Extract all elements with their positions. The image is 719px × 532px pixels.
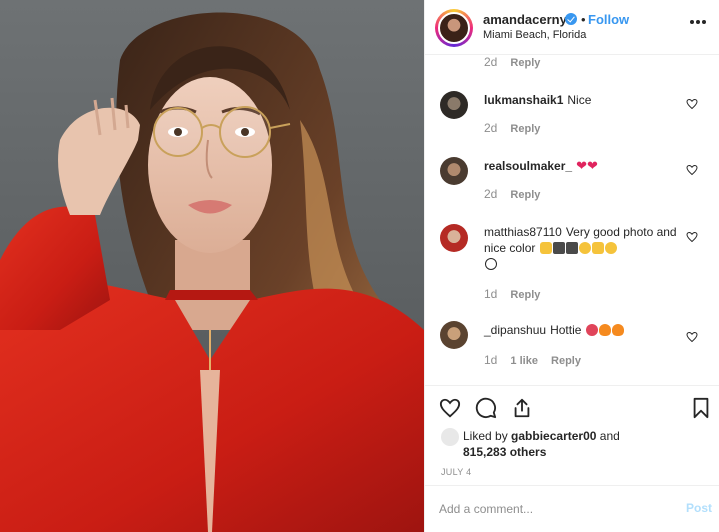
location-link[interactable]: Miami Beach, Florida (483, 29, 586, 41)
comment-body: Hottie (550, 323, 582, 337)
bookmark-icon[interactable] (690, 397, 712, 419)
reply-button[interactable]: Reply (510, 123, 540, 135)
fire-emoji (611, 324, 624, 336)
header-separator: • (581, 12, 586, 27)
grin-emoji (578, 242, 591, 254)
comment-like-count[interactable]: 1 like (510, 355, 538, 367)
comment-meta: 2d Reply (484, 121, 540, 135)
comment-item: 2d Reply (425, 55, 719, 75)
comment-text: _dipanshuu Hottie (484, 322, 684, 338)
comment-meta: 2d Reply (484, 55, 540, 69)
comment-time: 2d (484, 187, 498, 201)
comment-text: matthias87110 Very good photo and nice co… (484, 224, 684, 272)
share-icon[interactable] (511, 397, 533, 419)
comment-like-icon[interactable] (686, 98, 698, 110)
post-actions: Liked by gabbiecarter00 and 815,283 othe… (425, 385, 719, 485)
fire-emoji (598, 324, 611, 336)
tongue-face-emoji (585, 324, 598, 336)
thumbs-up-emoji (539, 242, 552, 254)
likes-text: Liked by gabbiecarter00 and 815,283 othe… (463, 428, 693, 460)
add-comment-bar: Post (425, 485, 719, 532)
liker-avatar[interactable] (441, 428, 459, 446)
comment-item: matthias87110 Very good photo and nice co… (425, 221, 719, 306)
comment-like-icon[interactable] (686, 331, 698, 343)
commenter-avatar[interactable] (440, 321, 468, 349)
comment-meta: 2d Reply (484, 187, 540, 201)
camera-emoji (565, 242, 578, 254)
comment-item: _dipanshuu Hottie 1d 1 like Reply (425, 319, 719, 374)
header-username[interactable]: amandacerny (483, 12, 567, 27)
comment-time: 1d (484, 287, 498, 301)
comments-list[interactable]: 2d Reply lukmanshaik1 Nice 2d Reply reals… (425, 55, 719, 385)
commenter-avatar[interactable] (440, 224, 468, 252)
comment-like-icon[interactable] (686, 164, 698, 176)
avatar-image (438, 12, 470, 44)
post-image[interactable] (0, 0, 424, 532)
post-comment-button[interactable]: Post (686, 501, 712, 515)
reply-button[interactable]: Reply (510, 57, 540, 69)
comment-username[interactable]: lukmanshaik1 (484, 93, 563, 107)
likes-and: and (599, 429, 620, 443)
comment-time: 2d (484, 121, 498, 135)
commenter-avatar[interactable] (440, 91, 468, 119)
comment-meta: 1d 1 like Reply (484, 353, 581, 367)
smile-emoji (604, 242, 617, 254)
liker-username[interactable]: gabbiecarter00 (511, 429, 596, 443)
commenter-avatar[interactable] (440, 157, 468, 185)
verified-badge-icon (565, 13, 577, 25)
reply-button[interactable]: Reply (510, 289, 540, 301)
comment-like-icon[interactable] (686, 231, 698, 243)
profile-avatar[interactable] (435, 9, 473, 47)
comment-icon[interactable] (475, 397, 497, 419)
heart-emoji: ❤ (576, 158, 587, 173)
comment-username[interactable]: realsoulmaker_ (484, 159, 572, 173)
comment-meta: 1d Reply (484, 287, 540, 301)
comment-item: lukmanshaik1 Nice 2d Reply (425, 88, 719, 143)
likes-others[interactable]: 815,283 others (463, 445, 546, 459)
smile-emoji (485, 258, 497, 270)
heart-outline-icon[interactable] (439, 397, 461, 419)
reply-button[interactable]: Reply (510, 189, 540, 201)
heart-emoji: ❤ (586, 158, 598, 173)
comment-input[interactable] (439, 498, 669, 520)
post-date: JULY 4 (441, 467, 472, 477)
comment-text: realsoulmaker_ ❤❤ (484, 158, 684, 174)
comment-item: realsoulmaker_ ❤❤ 2d Reply (425, 154, 719, 209)
comment-time: 2d (484, 55, 498, 69)
comment-username[interactable]: matthias87110 (484, 225, 562, 239)
follow-button[interactable]: Follow (588, 12, 629, 27)
comment-time: 1d (484, 353, 498, 367)
post-header: amandacerny • Follow Miami Beach, Florid… (425, 0, 719, 55)
reply-button[interactable]: Reply (551, 355, 581, 367)
portrait-illustration (0, 12, 424, 532)
more-options-icon[interactable] (690, 20, 706, 24)
comment-username[interactable]: _dipanshuu (484, 323, 546, 337)
camera-emoji (552, 242, 565, 254)
ok-hand-emoji (591, 242, 604, 254)
post-sidebar: amandacerny • Follow Miami Beach, Florid… (424, 0, 719, 532)
likes-prefix: Liked by (463, 429, 508, 443)
comment-body: Nice (567, 93, 592, 107)
comment-text: lukmanshaik1 Nice (484, 92, 684, 108)
